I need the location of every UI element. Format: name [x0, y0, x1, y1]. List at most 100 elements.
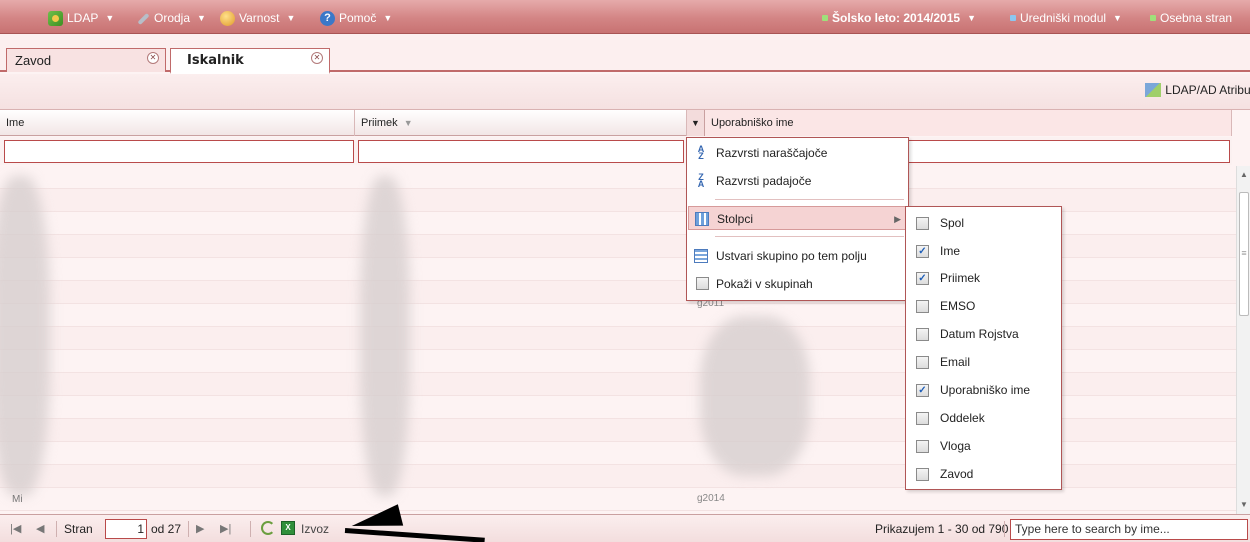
redacted-names: [0, 176, 50, 496]
column-toggle-datum-rojstva[interactable]: Datum Rojstva: [906, 321, 1061, 348]
redacted-surnames: [360, 176, 410, 496]
column-toggle-label: Oddelek: [940, 411, 985, 425]
checkbox-checked-icon[interactable]: ✓: [916, 384, 929, 397]
column-header-priimek[interactable]: Priimek ▼: [355, 110, 687, 136]
vertical-scrollbar[interactable]: ▲ ≡ ▼: [1236, 166, 1250, 514]
toolbar-separator: [250, 521, 251, 537]
checkbox-unchecked-icon[interactable]: [696, 277, 709, 290]
menu-item-sort-descending[interactable]: ZA Razvrsti padajoče: [688, 169, 908, 193]
checkbox-unchecked-icon[interactable]: [916, 468, 929, 481]
menu-orodja-label: Orodja: [154, 11, 191, 25]
editor-module-label: Uredniški modul: [1020, 11, 1107, 25]
menu-pomoc-label: Pomoč: [339, 11, 377, 25]
column-context-menu: AZ Razvrsti naraščajoče ZA Razvrsti pada…: [686, 137, 909, 301]
chevron-down-icon: ▼: [967, 13, 976, 23]
column-menu-trigger-icon[interactable]: ▼: [687, 110, 705, 136]
column-toggle-emso[interactable]: EMSO: [906, 293, 1061, 320]
checkbox-unchecked-icon[interactable]: [916, 356, 929, 369]
column-toggle-priimek[interactable]: ✓ Priimek: [906, 265, 1061, 292]
chevron-down-icon: ▼: [105, 13, 115, 23]
column-header-label: Priimek: [361, 117, 398, 129]
top-menu-bar: LDAP ▼ Orodja ▼ Varnost ▼ ? Pomoč ▼ Šols…: [0, 0, 1250, 34]
menu-item-label: Ustvari skupino po tem polju: [716, 249, 867, 263]
columns-submenu: Spol ✓ Ime ✓ Priimek EMSO Datum Rojstva …: [905, 206, 1062, 490]
menu-item-columns[interactable]: Stolpci ▶: [688, 206, 908, 230]
column-toggle-label: Uporabniško ime: [940, 383, 1031, 397]
excel-export-icon[interactable]: X: [281, 521, 295, 535]
tab-zavod[interactable]: Zavod ✕: [6, 48, 166, 72]
ldap-icon: [48, 10, 63, 26]
column-toggle-label: Ime: [940, 244, 961, 258]
filter-username-input[interactable]: [908, 140, 1230, 163]
menu-item-sort-ascending[interactable]: AZ Razvrsti naraščajoče: [688, 141, 908, 165]
close-icon[interactable]: ✕: [147, 52, 159, 64]
checkbox-unchecked-icon[interactable]: [916, 300, 929, 313]
menu-ldap-label: LDAP: [67, 11, 99, 25]
column-header-uporabnisko-ime[interactable]: ▼ Uporabniško ime: [687, 110, 1232, 136]
column-toggle-label: Spol: [940, 216, 965, 230]
paging-status: Prikazujem 1 - 30 od 790: [875, 522, 1009, 536]
menu-item-label: Razvrsti padajoče: [716, 174, 812, 188]
school-year-menu[interactable]: Šolsko leto: 2014/2015 ▼: [822, 9, 976, 27]
personal-page-menu[interactable]: Osebna stran: [1150, 9, 1232, 27]
page-number-input[interactable]: 1: [105, 519, 147, 539]
menu-ldap[interactable]: LDAP ▼: [48, 9, 114, 27]
checkbox-unchecked-icon[interactable]: [916, 440, 929, 453]
attribute-icon: [1145, 83, 1162, 97]
column-toggle-ime[interactable]: ✓ Ime: [906, 238, 1061, 265]
editor-module-menu[interactable]: Uredniški modul ▼: [1010, 9, 1122, 27]
personal-page-label: Osebna stran: [1160, 11, 1233, 25]
refresh-icon[interactable]: [261, 521, 275, 535]
column-toggle-vloga[interactable]: Vloga: [906, 433, 1061, 460]
export-button[interactable]: Izvoz: [301, 522, 329, 536]
checkbox-checked-icon[interactable]: ✓: [916, 245, 929, 258]
column-toggle-label: Vloga: [940, 439, 971, 453]
column-toggle-spol[interactable]: Spol: [906, 210, 1061, 237]
table-row[interactable]: [0, 488, 1236, 511]
column-toggle-oddelek[interactable]: Oddelek: [906, 405, 1061, 432]
column-header-label: Uporabniško ime: [711, 117, 794, 129]
scroll-up-icon[interactable]: ▲: [1237, 168, 1250, 182]
menu-item-show-in-groups[interactable]: Pokaži v skupinah: [688, 272, 908, 296]
menu-varnost[interactable]: Varnost ▼: [220, 9, 295, 27]
table-row[interactable]: [0, 166, 1236, 189]
bullet-icon: [822, 15, 828, 21]
column-toggle-zavod[interactable]: Zavod: [906, 461, 1061, 488]
scroll-thumb[interactable]: ≡: [1239, 192, 1249, 316]
menu-orodja[interactable]: Orodja ▼: [135, 9, 206, 27]
close-icon[interactable]: ✕: [311, 52, 323, 64]
filter-priimek-input[interactable]: [358, 140, 684, 163]
tab-iskalnik[interactable]: Iskalnik ✕: [170, 48, 330, 74]
menu-item-group-by[interactable]: Ustvari skupino po tem polju: [688, 244, 908, 268]
checkbox-unchecked-icon[interactable]: [916, 328, 929, 341]
security-icon: [220, 10, 235, 26]
next-page-icon[interactable]: ▶: [196, 522, 204, 535]
tab-zavod-label: Zavod: [15, 53, 52, 68]
scroll-down-icon[interactable]: ▼: [1237, 498, 1250, 512]
last-page-icon[interactable]: ▶|: [220, 522, 231, 535]
page-count-label: od 27: [151, 522, 182, 536]
sort-desc-icon: ▼: [403, 118, 413, 128]
checkbox-unchecked-icon[interactable]: [916, 217, 929, 230]
column-header-label: Ime: [6, 117, 25, 129]
menu-pomoc[interactable]: ? Pomoč ▼: [320, 9, 392, 27]
columns-icon: [695, 212, 709, 226]
menu-separator: [715, 199, 904, 200]
ldap-attribute-button[interactable]: LDAP/AD Atribut: [1145, 83, 1250, 97]
search-by-name-input[interactable]: Type here to search by ime...: [1010, 519, 1248, 540]
column-toggle-label: Priimek: [940, 271, 981, 285]
checkbox-checked-icon[interactable]: ✓: [916, 272, 929, 285]
menu-item-label: Stolpci: [717, 212, 754, 226]
filter-ime-input[interactable]: [4, 140, 354, 163]
submenu-arrow-icon: ▶: [894, 214, 901, 224]
column-toggle-label: EMSO: [940, 299, 976, 313]
column-toggle-email[interactable]: Email: [906, 349, 1061, 376]
tab-strip: Zavod ✕ Iskalnik ✕: [0, 34, 1250, 74]
bullet-icon: [1010, 15, 1016, 21]
column-toggle-uporabnisko-ime[interactable]: ✓ Uporabniško ime: [906, 377, 1061, 404]
prev-page-icon[interactable]: ◀: [36, 522, 44, 535]
column-header-ime[interactable]: Ime: [0, 110, 355, 136]
first-page-icon[interactable]: |◀: [10, 522, 21, 535]
grid-header: Ime Priimek ▼ ▼ Uporabniško ime: [0, 110, 1232, 136]
checkbox-unchecked-icon[interactable]: [916, 412, 929, 425]
